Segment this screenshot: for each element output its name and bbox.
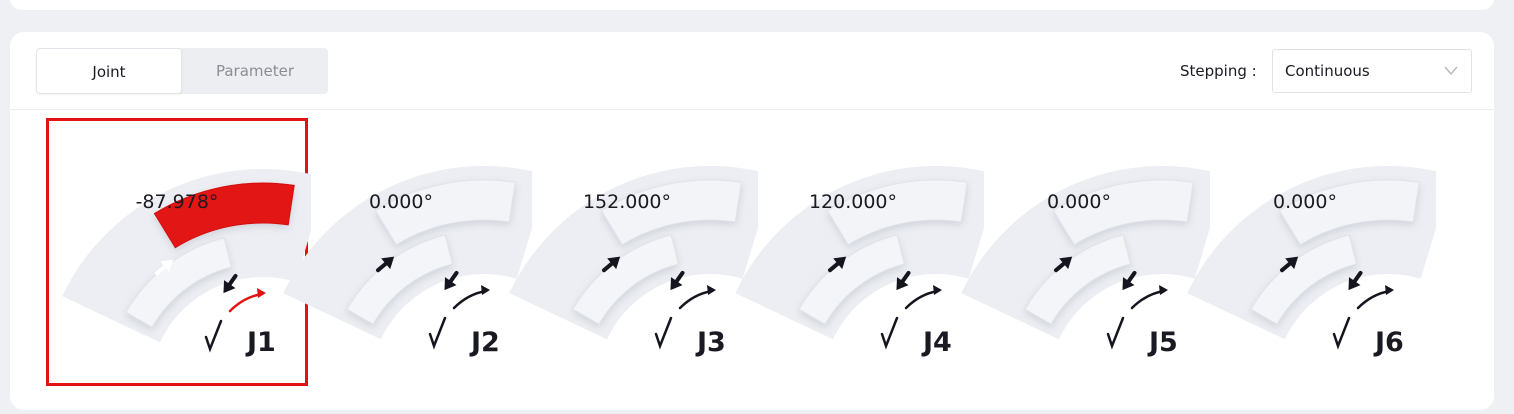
top-panel-edge xyxy=(10,0,1494,10)
stepping-value: Continuous xyxy=(1285,62,1370,80)
chevron-down-icon xyxy=(1444,66,1458,76)
joint-label: J6 xyxy=(1375,327,1404,358)
divider xyxy=(10,109,1494,110)
joint-angle-value: 0.000° xyxy=(1047,191,1111,213)
joint-j5: 0.000° J5 xyxy=(948,118,1210,386)
joint-j3: 152.000° J3 xyxy=(496,118,758,386)
stepping-label: Stepping : xyxy=(1180,62,1257,80)
joint-j6: 0.000° J6 xyxy=(1174,118,1436,386)
tab-parameter[interactable]: Parameter xyxy=(182,48,328,94)
stepping-select[interactable]: Continuous xyxy=(1272,49,1472,93)
tab-joint[interactable]: Joint xyxy=(36,48,182,94)
joint-j4: 120.000° J4 xyxy=(722,118,984,386)
joint-angle-value: -87.978° xyxy=(135,191,219,213)
joint-j1: -87.978° J1 xyxy=(46,118,311,386)
joint-angle-value: 152.000° xyxy=(582,191,672,213)
joint-angle-value: 0.000° xyxy=(369,191,433,213)
joint-angle-value: 0.000° xyxy=(1273,191,1337,213)
mode-tabs: Joint Parameter xyxy=(36,48,328,94)
joint-j2: 0.000° J2 xyxy=(270,118,532,386)
jog-panel: Joint Parameter Stepping : Continuous -8… xyxy=(10,32,1494,410)
joint-angle-value: 120.000° xyxy=(808,191,898,213)
